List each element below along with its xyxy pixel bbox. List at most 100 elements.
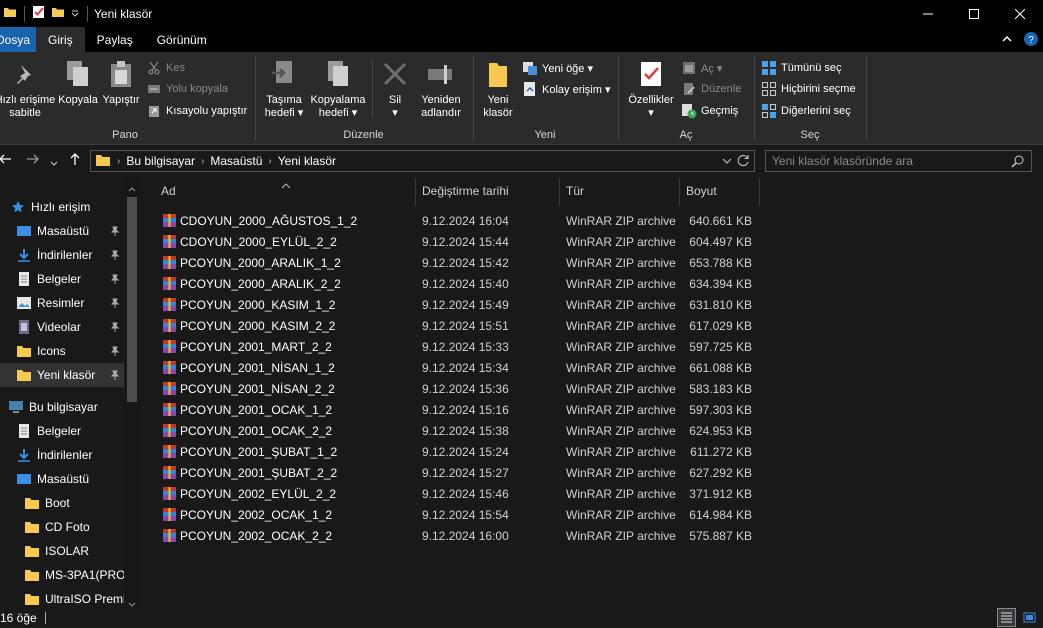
- table-row[interactable]: PCOYUN_2002_OCAK_2_2 9.12.2024 16:00 WinRA…: [158, 525, 758, 546]
- large-icons-view-button[interactable]: [1020, 608, 1039, 627]
- sidebar-item-pictures[interactable]: Resimler: [16, 291, 124, 315]
- sidebar-item-documents[interactable]: Belgeler: [16, 267, 124, 291]
- pin-quick-access-button[interactable]: Hızlı erişime sabitle: [0, 58, 56, 120]
- pin-icon[interactable]: [110, 297, 120, 311]
- table-row[interactable]: PCOYUN_2000_KASIM_1_2 9.12.2024 15:49 WinR…: [158, 294, 758, 315]
- sidebar-item-downloads[interactable]: İndirilenler: [16, 243, 124, 267]
- column-header-date[interactable]: Değiştirme tarihi: [422, 177, 509, 205]
- refresh-icon[interactable]: [737, 154, 750, 170]
- sidebar-item-cd-foto[interactable]: CD Foto: [24, 515, 124, 539]
- address-dropdown-icon[interactable]: [722, 155, 732, 169]
- new-item-button[interactable]: Yeni öğe ▾: [522, 60, 593, 76]
- search-icon[interactable]: [1011, 154, 1025, 171]
- tab-file[interactable]: Dosya: [0, 27, 36, 52]
- column-header-type[interactable]: Tür: [566, 177, 584, 205]
- close-button[interactable]: [997, 0, 1043, 27]
- table-row[interactable]: PCOYUN_2001_NİSAN_2_2 9.12.2024 15:36 WinR…: [158, 378, 758, 399]
- up-arrow-icon[interactable]: [68, 152, 82, 170]
- table-row[interactable]: PCOYUN_2000_ARALIK_2_2 9.12.2024 15:40 Win…: [158, 273, 758, 294]
- copy-path-button[interactable]: Yolu kopyala: [146, 81, 228, 97]
- table-row[interactable]: PCOYUN_2001_OCAK_1_2 9.12.2024 15:16 WinRA…: [158, 399, 758, 420]
- copy-button[interactable]: Kopyala: [56, 58, 100, 107]
- tab-view[interactable]: Görünüm: [145, 27, 219, 52]
- minimize-button[interactable]: [905, 0, 951, 27]
- new-folder-qa-icon[interactable]: [51, 5, 65, 22]
- sidebar-scrollbar[interactable]: [124, 177, 140, 607]
- table-row[interactable]: PCOYUN_2001_MART_2_2 9.12.2024 15:33 WinRA…: [158, 336, 758, 357]
- sidebar-item-icons[interactable]: Icons: [16, 339, 124, 363]
- easy-access-button[interactable]: Kolay erişim ▾: [522, 81, 610, 97]
- tab-share[interactable]: Paylaş: [85, 27, 145, 52]
- sidebar-item-boot[interactable]: Boot: [24, 491, 124, 515]
- sidebar-item-new-folder[interactable]: Yeni klasör: [0, 363, 124, 387]
- invert-selection-button[interactable]: Diğerlerini seç: [761, 103, 851, 119]
- breadcrumb-separator-icon[interactable]: ›: [268, 156, 271, 167]
- rename-button[interactable]: Yeniden adlandır: [416, 58, 466, 120]
- forward-arrow-icon[interactable]: [26, 152, 40, 170]
- sidebar-item-quick-access[interactable]: Hızlı erişim: [10, 195, 134, 219]
- paste-shortcut-button[interactable]: Kısayolu yapıştır: [146, 103, 247, 119]
- column-resize-handle[interactable]: [759, 179, 760, 205]
- table-row[interactable]: PCOYUN_2000_ARALIK_1_2 9.12.2024 15:42 Win…: [158, 252, 758, 273]
- table-row[interactable]: PCOYUN_2002_OCAK_1_2 9.12.2024 15:54 WinRA…: [158, 504, 758, 525]
- properties-qa-icon[interactable]: [32, 5, 46, 22]
- sidebar-item-pc-downloads[interactable]: İndirilenler: [16, 443, 140, 467]
- copy-to-button[interactable]: Kopyalama hedefi ▾: [308, 58, 368, 120]
- table-row[interactable]: PCOYUN_2001_ŞUBAT_2_2 9.12.2024 15:27 WinR…: [158, 462, 758, 483]
- details-view-button[interactable]: [997, 608, 1016, 627]
- pin-icon[interactable]: [110, 345, 120, 359]
- move-to-button[interactable]: Taşıma hedefi ▾: [260, 58, 308, 120]
- table-row[interactable]: PCOYUN_2001_OCAK_2_2 9.12.2024 15:38 WinRA…: [158, 420, 758, 441]
- breadcrumb-this-pc[interactable]: Bu bilgisayar: [126, 154, 195, 168]
- edit-button[interactable]: Düzenle: [681, 81, 741, 97]
- table-row[interactable]: PCOYUN_2000_KASIM_2_2 9.12.2024 15:51 WinR…: [158, 315, 758, 336]
- sidebar-item-ms-3pa1[interactable]: MS-3PA1(PRO: [24, 563, 124, 587]
- table-row[interactable]: CDOYUN_2000_AĞUSTOS_1_2 9.12.2024 16:04 Wi…: [158, 210, 758, 231]
- breadcrumb-current[interactable]: Yeni klasör: [278, 154, 336, 168]
- new-folder-button[interactable]: Yeni klasör: [478, 58, 518, 120]
- search-input[interactable]: Yeni klasör klasöründe ara: [765, 150, 1032, 172]
- sidebar-item-videos[interactable]: Videolar: [16, 315, 124, 339]
- table-row[interactable]: PCOYUN_2001_NİSAN_1_2 9.12.2024 15:34 WinR…: [158, 357, 758, 378]
- scroll-up-icon[interactable]: [128, 181, 136, 195]
- collapse-ribbon-icon[interactable]: [1001, 33, 1013, 48]
- breadcrumb-desktop[interactable]: Masaüstü: [210, 154, 262, 168]
- select-all-button[interactable]: Tümünü seç: [761, 60, 842, 76]
- recent-locations-icon[interactable]: [50, 155, 58, 172]
- pin-icon[interactable]: [110, 273, 120, 287]
- open-button[interactable]: Aç ▾: [681, 60, 722, 76]
- table-row[interactable]: CDOYUN_2000_EYLÜL_2_2 9.12.2024 15:44 WinR…: [158, 231, 758, 252]
- table-row[interactable]: PCOYUN_2002_EYLÜL_2_2 9.12.2024 15:46 WinR…: [158, 483, 758, 504]
- pin-icon[interactable]: [110, 369, 120, 383]
- help-icon[interactable]: ?: [1023, 31, 1039, 50]
- sidebar-item-desktop[interactable]: Masaüstü: [16, 219, 124, 243]
- cut-button[interactable]: Kes: [146, 60, 185, 76]
- tab-home[interactable]: Giriş: [36, 27, 85, 52]
- column-resize-handle[interactable]: [679, 179, 680, 205]
- qa-dropdown-icon[interactable]: [70, 7, 80, 21]
- pin-icon[interactable]: [110, 225, 120, 239]
- back-arrow-icon[interactable]: [0, 152, 12, 170]
- column-resize-handle[interactable]: [559, 179, 560, 205]
- column-header-size[interactable]: Boyut: [686, 177, 717, 205]
- pin-icon[interactable]: [110, 249, 120, 263]
- column-resize-handle[interactable]: [415, 179, 416, 205]
- properties-button[interactable]: Özellikler ▾: [623, 58, 679, 120]
- address-bar[interactable]: › Bu bilgisayar › Masaüstü › Yeni klasör: [90, 150, 755, 172]
- maximize-button[interactable]: [951, 0, 997, 27]
- delete-button[interactable]: Sil ▾: [378, 58, 412, 120]
- breadcrumb-separator-icon[interactable]: ›: [201, 156, 204, 167]
- paste-button[interactable]: Yapıştır: [100, 58, 142, 107]
- sidebar-item-this-pc[interactable]: Bu bilgisayar: [8, 395, 132, 419]
- select-none-button[interactable]: Hiçbirini seçme: [761, 81, 856, 97]
- breadcrumb-separator-icon[interactable]: ›: [117, 156, 120, 167]
- sidebar-item-isolar[interactable]: ISOLAR: [24, 539, 124, 563]
- sidebar-item-pc-documents[interactable]: Belgeler: [16, 419, 140, 443]
- pin-icon[interactable]: [110, 321, 120, 335]
- history-button[interactable]: Geçmiş: [681, 103, 738, 119]
- table-row[interactable]: PCOYUN_2001_ŞUBAT_1_2 9.12.2024 15:24 WinR…: [158, 441, 758, 462]
- scrollbar-thumb[interactable]: [127, 197, 137, 402]
- column-header-name[interactable]: Ad: [161, 177, 176, 205]
- tab-label: Görünüm: [156, 32, 207, 47]
- sidebar-item-pc-desktop[interactable]: Masaüstü: [16, 467, 140, 491]
